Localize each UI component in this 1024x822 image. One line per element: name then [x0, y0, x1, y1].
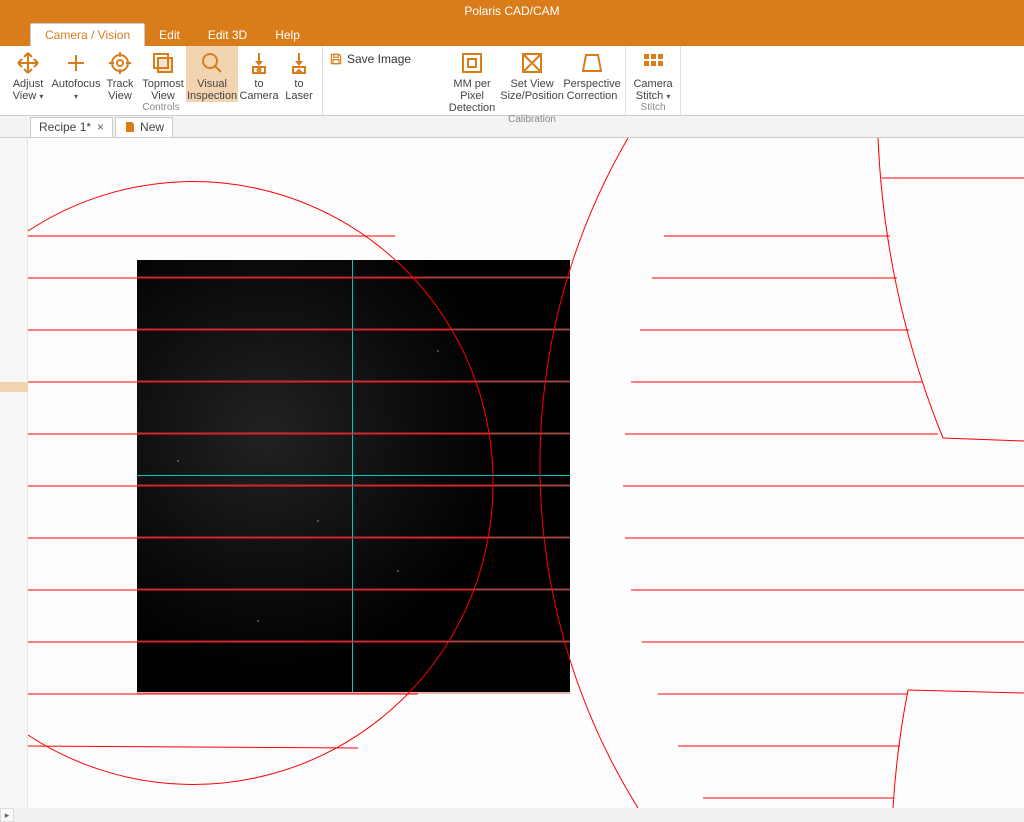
- autofocus-icon: [64, 50, 88, 76]
- detect-icon: [460, 50, 484, 76]
- magnifier-icon: [200, 50, 224, 76]
- layers-icon: [151, 50, 175, 76]
- to-laser-button[interactable]: to Laser: [280, 46, 318, 102]
- ribbon-group-controls: Adjust View ▾ Autofocus▾ Track View Topm…: [0, 46, 323, 115]
- perspective-correction-button[interactable]: Perspective Correction: [563, 46, 621, 114]
- left-rail: [0, 138, 28, 822]
- ribbon: Adjust View ▾ Autofocus▾ Track View Topm…: [0, 46, 1024, 116]
- title-bar: Polaris CAD/CAM: [0, 0, 1024, 22]
- ribbon-group-stitch: Camera Stitch ▾ Stitch: [626, 46, 681, 115]
- topmost-view-button[interactable]: Topmost View: [140, 46, 186, 102]
- scroll-right-icon[interactable]: ▸: [0, 808, 14, 822]
- horizontal-scrollbar[interactable]: ▸: [0, 808, 1024, 822]
- resize-icon: [520, 50, 544, 76]
- to-laser-icon: [287, 50, 311, 76]
- group-label-calibration: Calibration: [508, 114, 556, 127]
- canvas[interactable]: [28, 138, 1024, 808]
- tab-edit[interactable]: Edit: [145, 24, 194, 46]
- ribbon-group-calibration: MM per Pixel Detection Set View Size/Pos…: [439, 46, 626, 115]
- grid-icon: [641, 50, 665, 76]
- adjust-view-icon: [16, 50, 40, 76]
- workspace: ▸: [0, 138, 1024, 822]
- crosshair-vertical: [352, 260, 353, 692]
- save-icon: [329, 52, 343, 69]
- adjust-view-button[interactable]: Adjust View ▾: [4, 46, 52, 102]
- perspective-icon: [580, 50, 604, 76]
- mm-per-pixel-button[interactable]: MM per Pixel Detection: [443, 46, 501, 114]
- track-view-button[interactable]: Track View: [100, 46, 140, 102]
- app-title: Polaris CAD/CAM: [464, 4, 559, 18]
- tab-edit-3d[interactable]: Edit 3D: [194, 24, 261, 46]
- group-label-controls: Controls: [142, 102, 179, 115]
- group-label-stitch: Stitch: [641, 102, 666, 115]
- camera-image: [137, 260, 570, 692]
- autofocus-button[interactable]: Autofocus▾: [52, 46, 100, 102]
- close-icon[interactable]: ×: [97, 120, 104, 134]
- rail-marker: [0, 382, 28, 392]
- camera-stitch-button[interactable]: Camera Stitch ▾: [630, 46, 676, 102]
- save-image-button[interactable]: Save Image: [323, 46, 419, 115]
- crosshair-horizontal: [137, 475, 570, 476]
- menu-tabs: Camera / Vision Edit Edit 3D Help: [0, 22, 1024, 46]
- to-camera-button[interactable]: to Camera: [238, 46, 280, 102]
- document-icon: [124, 121, 136, 133]
- visual-inspection-button[interactable]: Visual Inspection: [186, 46, 238, 102]
- tab-help[interactable]: Help: [261, 24, 314, 46]
- target-icon: [108, 50, 132, 76]
- document-tab-recipe1[interactable]: Recipe 1* ×: [30, 117, 113, 137]
- to-camera-icon: [247, 50, 271, 76]
- tab-camera-vision[interactable]: Camera / Vision: [30, 23, 145, 46]
- document-tab-new[interactable]: New: [115, 117, 173, 137]
- set-view-size-button[interactable]: Set View Size/Position: [501, 46, 563, 114]
